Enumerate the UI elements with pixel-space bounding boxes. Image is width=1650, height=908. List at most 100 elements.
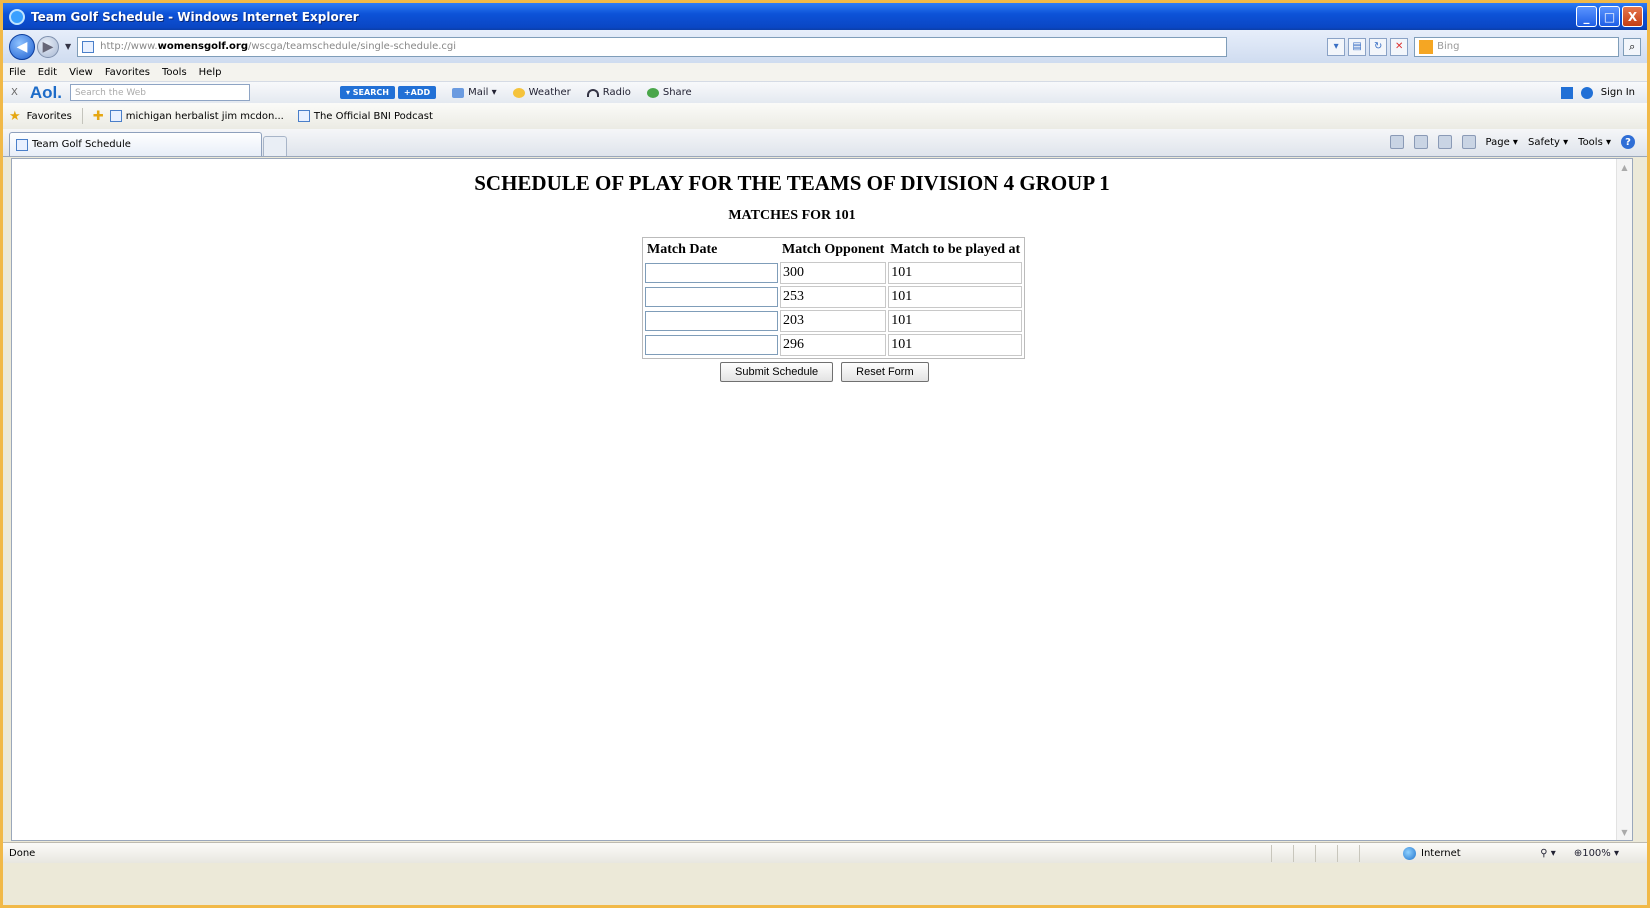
divider: [81, 108, 83, 124]
status-pane: [1315, 844, 1337, 862]
new-tab-button[interactable]: [263, 136, 287, 156]
match-date-input[interactable]: [645, 263, 778, 283]
submit-schedule-button[interactable]: Submit Schedule: [720, 362, 834, 382]
back-button[interactable]: ◀: [9, 33, 35, 60]
tab-team-golf-schedule[interactable]: Team Golf Schedule: [9, 132, 262, 156]
status-pane: [1271, 844, 1293, 862]
match-date-input[interactable]: [645, 287, 778, 307]
page-icon: [109, 110, 122, 122]
share-icon: [646, 87, 659, 98]
search-placeholder: Bing: [1437, 41, 1460, 52]
address-bar: ◀ ▶ ▼ http://www. womensgolf.org /wscga/…: [3, 30, 1647, 63]
opponent-cell: 296: [780, 334, 887, 356]
history-dropdown-icon[interactable]: ▼: [65, 42, 71, 51]
favorites-star-icon[interactable]: ★: [9, 109, 21, 124]
url-input[interactable]: http://www. womensgolf.org /wscga/teamsc…: [77, 36, 1228, 57]
aol-radio-link[interactable]: Radio: [586, 87, 631, 98]
search-input[interactable]: Bing: [1414, 36, 1620, 57]
page-menu[interactable]: Page ▾: [1486, 137, 1518, 148]
status-pane: [1359, 844, 1381, 862]
url-domain: womensgolf.org: [157, 41, 248, 52]
safety-menu[interactable]: Safety ▾: [1528, 137, 1568, 148]
status-pane: [1337, 844, 1359, 862]
table-row: 253 101: [645, 286, 1023, 308]
minimize-button[interactable]: _: [1576, 6, 1597, 27]
reset-form-button[interactable]: Reset Form: [841, 362, 929, 382]
search-icon[interactable]: ⌕: [1623, 37, 1642, 56]
aol-close-button[interactable]: X: [11, 87, 18, 98]
menu-favorites[interactable]: Favorites: [105, 67, 150, 78]
page-subtitle: MATCHES FOR 101: [728, 208, 856, 223]
feeds-icon[interactable]: [1413, 135, 1428, 149]
favorites-label[interactable]: Favorites: [27, 111, 72, 122]
bing-icon: [1419, 39, 1434, 54]
zoom-control[interactable]: ⊕100% ▾: [1574, 848, 1619, 859]
menu-tools[interactable]: Tools: [162, 67, 187, 78]
command-bar: Page ▾ Safety ▾ Tools ▾ ?: [1389, 135, 1635, 149]
page-icon: [297, 110, 310, 122]
opponent-cell: 203: [780, 310, 887, 332]
table-header-row: Match Date Match Opponent Match to be pl…: [645, 240, 1022, 260]
aol-weather-link[interactable]: Weather: [512, 87, 571, 98]
window-title: Team Golf Schedule - Windows Internet Ex…: [31, 9, 359, 24]
favorites-bar: ★ Favorites ✚ michigan herbalist jim mcd…: [3, 103, 1647, 129]
table-row: 300 101: [645, 262, 1023, 284]
aol-mail-label: Mail ▾: [468, 87, 497, 98]
aol-sign-in[interactable]: Sign In: [1601, 87, 1635, 98]
aol-mail-link[interactable]: Mail ▾: [452, 87, 497, 98]
aol-app-icon[interactable]: [1560, 86, 1573, 99]
close-button[interactable]: X: [1622, 6, 1643, 27]
menu-help[interactable]: Help: [199, 67, 222, 78]
gear-icon[interactable]: [1580, 86, 1593, 99]
weather-icon: [512, 87, 525, 98]
aol-search-button[interactable]: ▾ SEARCH: [339, 86, 395, 99]
url-dropdown-icon[interactable]: ▾: [1327, 37, 1346, 56]
status-text: Done: [9, 847, 36, 859]
protected-mode-icon[interactable]: ⚲ ▾: [1540, 848, 1556, 859]
match-date-input[interactable]: [645, 335, 778, 355]
date-cell: [645, 334, 778, 356]
scroll-up-icon[interactable]: ▲: [1617, 159, 1632, 175]
home-icon[interactable]: [1389, 135, 1404, 149]
refresh-icon[interactable]: ↻: [1369, 37, 1388, 56]
menu-view[interactable]: View: [69, 67, 93, 78]
menu-edit[interactable]: Edit: [38, 67, 57, 78]
security-zone[interactable]: Internet: [1403, 846, 1461, 860]
aol-toolbar: X Aol. Search the Web ▾ SEARCH +ADD Mail…: [3, 81, 1647, 103]
ie-page-icon: [16, 138, 28, 151]
aol-add-button[interactable]: +ADD: [397, 86, 437, 99]
location-cell: 101: [888, 334, 1023, 356]
tools-menu[interactable]: Tools ▾: [1578, 137, 1611, 148]
forward-button[interactable]: ▶: [37, 35, 59, 58]
browser-window: Team Golf Schedule - Windows Internet Ex…: [0, 0, 1650, 908]
add-favorite-icon[interactable]: ✚: [93, 109, 104, 124]
favorite-item-label: michigan herbalist jim mcdon...: [125, 110, 284, 122]
help-icon[interactable]: ?: [1621, 135, 1635, 149]
vertical-scrollbar[interactable]: ▲ ▼: [1616, 159, 1632, 840]
date-cell: [645, 310, 778, 332]
print-icon[interactable]: [1461, 135, 1476, 149]
compatibility-view-icon[interactable]: ▤: [1348, 37, 1367, 56]
stop-icon[interactable]: ✕: [1390, 37, 1409, 56]
aol-share-link[interactable]: Share: [646, 87, 692, 98]
match-date-input[interactable]: [645, 311, 778, 331]
restore-button[interactable]: □: [1599, 6, 1620, 27]
menu-file[interactable]: File: [9, 67, 26, 78]
location-cell: 101: [888, 262, 1023, 284]
scroll-down-icon[interactable]: ▼: [1617, 824, 1632, 840]
title-bar[interactable]: Team Golf Schedule - Windows Internet Ex…: [3, 3, 1647, 30]
status-pane: [1293, 844, 1315, 862]
headphones-icon: [586, 88, 599, 97]
aol-weather-label: Weather: [528, 87, 571, 98]
aol-search-input[interactable]: Search the Web: [69, 84, 250, 101]
location-cell: 101: [888, 286, 1023, 308]
tab-label: Team Golf Schedule: [32, 139, 131, 150]
favorite-item[interactable]: The Official BNI Podcast: [297, 110, 433, 122]
aol-logo[interactable]: Aol.: [30, 83, 62, 103]
favorite-item[interactable]: michigan herbalist jim mcdon...: [109, 110, 284, 122]
aol-share-label: Share: [662, 87, 692, 98]
mail-icon[interactable]: [1437, 135, 1452, 149]
opponent-cell: 300: [780, 262, 887, 284]
table-row: 296 101: [645, 334, 1023, 356]
globe-icon: [1403, 846, 1416, 860]
